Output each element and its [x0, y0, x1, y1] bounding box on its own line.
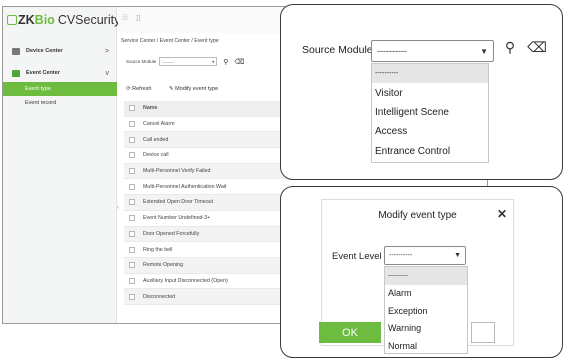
dropdown-option[interactable]: Exception	[385, 302, 467, 320]
row-checkbox[interactable]	[129, 168, 135, 175]
chevron-down-icon: ▼	[454, 252, 461, 259]
source-module-select[interactable]: ---------- ▼	[371, 40, 494, 62]
screenshot-root: ZK Bio CVSecurity Device Center > Event …	[0, 0, 565, 361]
modify-event-type-button[interactable]: ✎ Modify event type	[169, 86, 226, 92]
brand-product: CVSecurity	[57, 13, 121, 27]
select-value: ----------	[389, 252, 413, 259]
sidebar: ZK Bio CVSecurity Device Center > Event …	[3, 7, 120, 323]
event-icon	[12, 69, 20, 77]
modify-label: Modify event type	[175, 86, 219, 92]
sidebar-item-label: Event Center	[26, 70, 60, 76]
cell-name: Event Number Undefined-3+	[143, 215, 211, 222]
cell-name: Door Opened Forcefully	[143, 230, 200, 237]
dropdown-option[interactable]: Alarm	[385, 285, 467, 303]
dialog-title: Modify event type	[378, 210, 457, 221]
dropdown-option[interactable]: Entrance Control	[372, 142, 488, 161]
sidebar-subitem-label: Event type	[25, 86, 51, 92]
brand-zk: ZK	[18, 13, 35, 27]
cell-name: Multi-Personnel Authentication Wait	[143, 183, 227, 190]
sidebar-item-event-type[interactable]: Event type	[3, 82, 117, 96]
row-checkbox[interactable]	[129, 246, 135, 253]
filter-bar: Source Module --------- ▾ ⚲ ⌫	[126, 57, 244, 66]
filter-label: Source Module	[126, 59, 157, 64]
row-checkbox[interactable]	[129, 277, 135, 284]
cell-name: Cancel Alarm	[143, 121, 175, 128]
chevron-down-icon: v	[105, 69, 110, 77]
row-checkbox[interactable]	[129, 262, 135, 269]
chevron-down-icon: ▾	[212, 59, 215, 64]
event-level-label: Event Level	[332, 251, 382, 262]
sidebar-item-event-center[interactable]: Event Center v	[3, 63, 117, 83]
row-checkbox[interactable]	[129, 199, 135, 206]
brand-logo: ZK Bio CVSecurity	[7, 11, 120, 29]
menu-collapse-icon[interactable]: ⁞⁞	[136, 14, 140, 23]
cell-name: Call ended	[143, 136, 169, 143]
row-checkbox[interactable]	[129, 293, 135, 300]
chevron-right-icon: >	[104, 47, 109, 55]
dropdown-option[interactable]: Warning	[385, 320, 467, 338]
clear-icon[interactable]: ⌫	[234, 58, 244, 66]
logo-mark-icon	[7, 15, 17, 25]
toolbar: ⟳ Refresh ✎ Modify event type	[126, 86, 234, 92]
source-module-options: ---------- Visitor Intelligent Scene Acc…	[371, 63, 489, 163]
dropdown-option[interactable]: ----------	[385, 267, 467, 285]
chevron-down-icon: ▼	[480, 46, 488, 56]
cell-name: Remote Opening	[143, 262, 184, 269]
cell-name: Multi-Personnel Verify Failed	[143, 168, 211, 175]
select-all-checkbox[interactable]	[129, 105, 135, 112]
clear-icon[interactable]: ⌫	[527, 38, 547, 56]
select-value: ----------	[377, 46, 407, 56]
refresh-button[interactable]: ⟳ Refresh	[126, 86, 159, 92]
cell-name: Device call	[143, 152, 169, 159]
search-icon[interactable]: ⚲	[223, 58, 228, 66]
sidebar-subitem-label: Event record	[25, 100, 57, 106]
select-value: ---------	[162, 59, 175, 64]
row-checkbox[interactable]	[129, 136, 135, 143]
device-icon	[12, 47, 20, 55]
source-module-select[interactable]: --------- ▾	[159, 57, 218, 66]
apps-grid-icon[interactable]: ⁞⁞⁞	[122, 15, 128, 22]
dropdown-option[interactable]: Visitor	[372, 83, 488, 102]
dropdown-option[interactable]: Normal	[385, 337, 467, 355]
row-checkbox[interactable]	[129, 215, 135, 222]
row-checkbox[interactable]	[129, 230, 135, 237]
event-level-options: ---------- Alarm Exception Warning Norma…	[384, 266, 468, 354]
row-checkbox[interactable]	[129, 121, 135, 128]
ok-button[interactable]: OK	[319, 322, 381, 343]
source-module-label: Source Module	[302, 44, 373, 56]
brand-bio: Bio	[34, 13, 55, 27]
dropdown-option[interactable]: Intelligent Scene	[372, 103, 488, 122]
sidebar-item-device-center[interactable]: Device Center >	[3, 41, 117, 61]
source-module-callout: Source Module ---------- ▼ ⚲ ⌫ ---------…	[280, 4, 563, 180]
close-icon[interactable]: ✕	[497, 207, 507, 221]
event-level-select[interactable]: ---------- ▼	[384, 246, 466, 265]
cell-name: Ring the bell	[143, 246, 173, 253]
refresh-label: Refresh	[132, 86, 152, 92]
modify-dialog-callout: Modify event type ✕ Event Level --------…	[280, 186, 563, 358]
breadcrumb: Service Center / Event Center / Event ty…	[121, 38, 219, 44]
dropdown-option[interactable]: ----------	[372, 64, 488, 84]
sidebar-item-event-record[interactable]: Event record	[3, 96, 117, 110]
row-checkbox[interactable]	[129, 152, 135, 159]
cell-name: Disconnected	[143, 293, 176, 300]
cell-name: Extended Open Door Timeout	[143, 199, 214, 206]
column-header-name: Name	[143, 105, 158, 112]
search-icon[interactable]: ⚲	[502, 38, 518, 56]
cell-name: Auxiliary Input Disconnected (Open)	[143, 277, 228, 284]
row-checkbox[interactable]	[129, 183, 135, 190]
dropdown-option[interactable]: Access	[372, 122, 488, 141]
sidebar-item-label: Device Center	[26, 48, 63, 54]
cancel-button[interactable]	[471, 322, 495, 343]
